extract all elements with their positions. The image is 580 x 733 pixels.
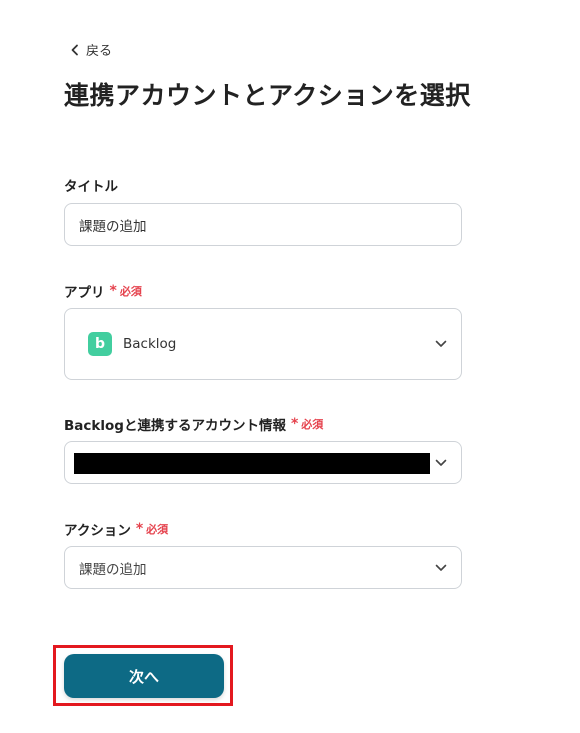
action-field-label: アクション * 必須 [64, 519, 168, 539]
required-text: 必須 [146, 523, 169, 536]
app-label-text: アプリ [64, 285, 105, 301]
title-input-box [64, 203, 462, 246]
chevron-down-icon [435, 340, 447, 347]
redacted-account-value [74, 453, 430, 474]
account-field-label: Backlogと連携するアカウント情報 * 必須 [64, 414, 323, 434]
title-field-label: タイトル [64, 175, 118, 195]
required-asterisk-icon: * [135, 521, 144, 537]
required-text: 必須 [301, 418, 324, 431]
title-label-text: タイトル [64, 179, 118, 195]
required-text: 必須 [119, 285, 142, 298]
required-asterisk-icon: * [109, 283, 117, 299]
account-label-text: Backlogと連携するアカウント情報 [64, 418, 286, 434]
app-select[interactable]: b Backlog [64, 308, 462, 380]
chevron-down-icon [435, 459, 447, 466]
page-title: 連携アカウントとアクションを選択 [64, 81, 471, 110]
account-select[interactable] [64, 441, 462, 484]
title-input[interactable] [65, 204, 461, 245]
required-asterisk-icon: * [290, 416, 299, 432]
app-field-label: アプリ * 必須 [64, 281, 142, 301]
chevron-left-icon [71, 44, 78, 55]
required-badge: * 必須 [110, 283, 142, 299]
back-label: 戻る [86, 44, 113, 59]
action-select-value: 課題の追加 [79, 561, 147, 578]
back-link[interactable]: 戻る [70, 40, 112, 59]
backlog-app-icon: b [88, 332, 112, 356]
required-badge: * 必須 [136, 521, 168, 537]
next-button[interactable]: 次へ [64, 654, 224, 698]
action-select[interactable]: 課題の追加 [64, 546, 462, 589]
app-select-value: Backlog [123, 336, 177, 352]
action-label-text: アクション [64, 523, 131, 539]
required-badge: * 必須 [291, 416, 323, 432]
chevron-down-icon [435, 564, 447, 571]
